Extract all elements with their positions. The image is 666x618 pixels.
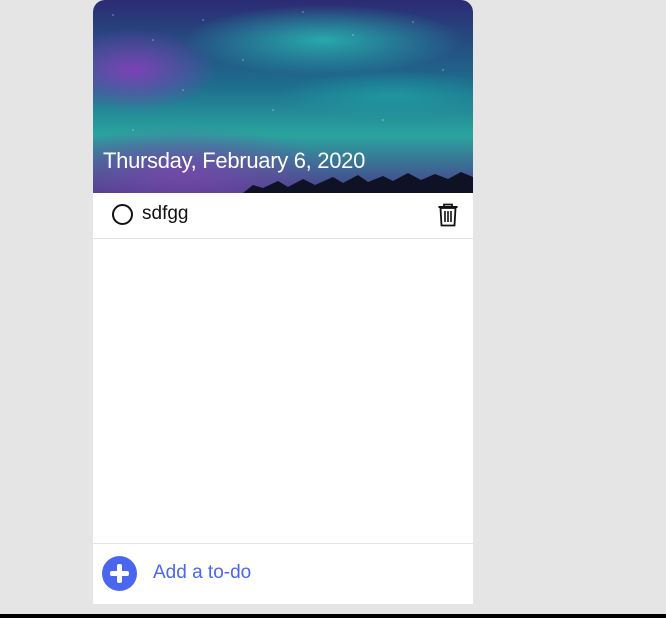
trash-icon[interactable] (437, 203, 459, 227)
add-todo-button[interactable]: Add a to-do (153, 562, 251, 584)
bottom-bar (0, 614, 666, 618)
circle-icon[interactable] (112, 204, 133, 225)
add-todo-bar: Add a to-do (93, 543, 473, 604)
header-image: Thursday, February 6, 2020 (93, 0, 473, 193)
page-title-date: Thursday, February 6, 2020 (103, 148, 366, 173)
todo-text: sdfgg (142, 203, 189, 224)
todo-item[interactable]: sdfgg (93, 193, 473, 239)
todo-card: Thursday, February 6, 2020 sdfgg Add a t… (93, 0, 473, 604)
todo-list: sdfgg (93, 193, 473, 239)
plus-circle-icon[interactable] (102, 556, 137, 591)
